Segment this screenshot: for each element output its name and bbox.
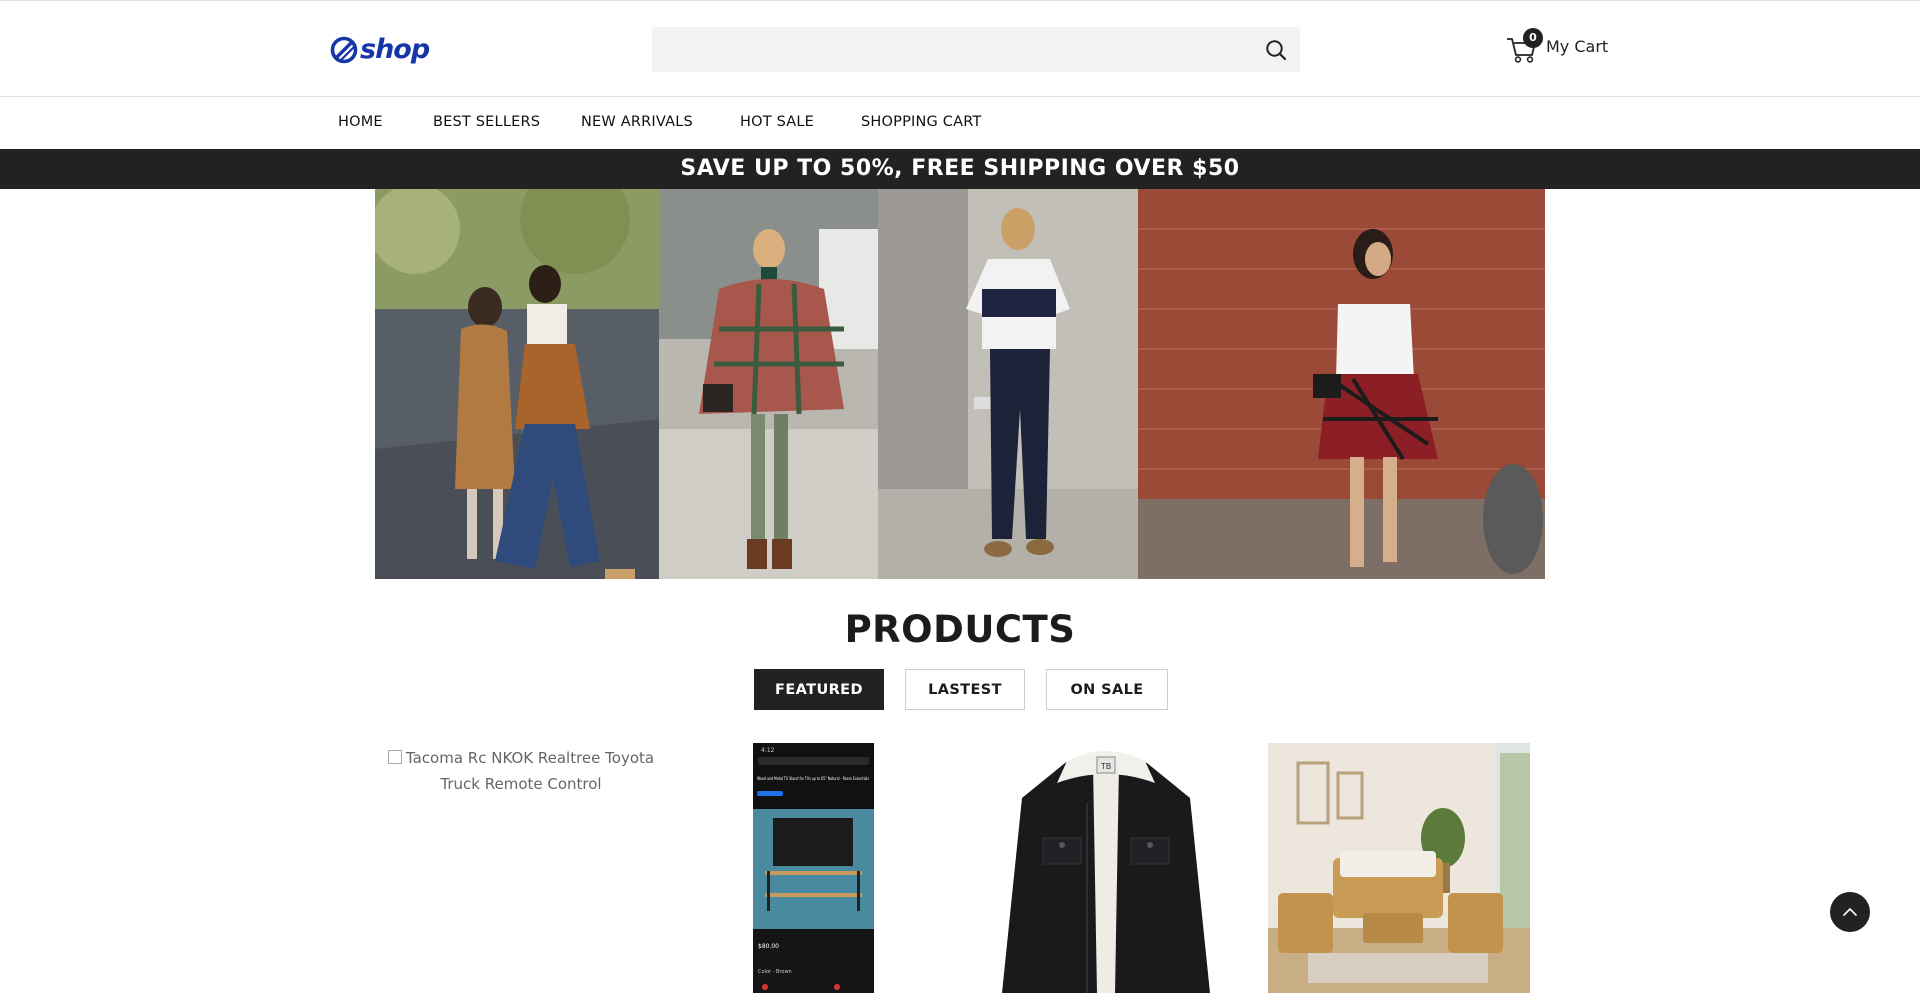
product-tabs: FEATURED LASTEST ON SALE	[754, 669, 1168, 710]
products-title: PRODUCTS	[844, 608, 1076, 651]
nav-item-shopping-cart[interactable]: SHOPPING CART	[861, 114, 982, 130]
search-input[interactable]	[652, 27, 1252, 72]
tab-lastest[interactable]: LASTEST	[905, 669, 1025, 710]
back-to-top-button[interactable]	[1830, 892, 1870, 932]
phone-headline: Wood and Metal TV Stand for TVs up to 65…	[757, 776, 869, 782]
main-nav: HOME BEST SELLERS NEW ARRIVALS HOT SALE …	[0, 97, 1920, 149]
nav-item-hot-sale[interactable]: HOT SALE	[740, 114, 814, 130]
product-image-tv-stand-screenshot: 4:12 Wood and Metal TV Stand for TVs up …	[753, 743, 874, 993]
hero-banner[interactable]	[375, 189, 1545, 579]
phone-price: $80.00	[758, 943, 779, 950]
product-image-sherpa-jacket: TB	[995, 743, 1217, 993]
product-image-wicker-furniture-set	[1268, 743, 1530, 993]
search-icon[interactable]	[1264, 38, 1288, 62]
product-card[interactable]: Tacoma Rc NKOK Realtree Toyota Truck Rem…	[386, 743, 656, 797]
hero-photo-plaid-poncho	[659, 189, 878, 579]
product-card[interactable]: 4:12 Wood and Metal TV Stand for TVs up …	[753, 743, 874, 993]
tab-on-sale[interactable]: ON SALE	[1046, 669, 1168, 710]
cart-link[interactable]: 0 My Cart	[1506, 28, 1609, 63]
shop-logo-icon	[330, 36, 358, 64]
promo-banner: SAVE UP TO 50%, FREE SHIPPING OVER $50	[0, 149, 1920, 189]
hero-photo-street-duo	[375, 189, 659, 579]
phone-status-time: 4:12	[761, 747, 775, 754]
product-card[interactable]	[1268, 743, 1530, 993]
cart-icon-wrapper: 0	[1506, 28, 1543, 63]
chevron-up-icon	[1843, 908, 1857, 916]
hero-photo-brick-wall	[1138, 189, 1545, 579]
phone-color-label: Color - Brown	[758, 969, 792, 975]
cart-label: My Cart	[1546, 36, 1609, 56]
cart-count-badge: 0	[1523, 28, 1543, 48]
tab-featured[interactable]: FEATURED	[754, 669, 884, 710]
nav-item-home[interactable]: HOME	[338, 114, 383, 130]
nav-item-best-sellers[interactable]: BEST SELLERS	[433, 114, 540, 130]
broken-image-icon	[387, 750, 402, 764]
hero-photo-striped-tee	[878, 189, 1138, 579]
search-bar	[652, 27, 1300, 72]
logo-text: shop	[360, 34, 430, 65]
product-image-alt-text: Tacoma Rc NKOK Realtree Toyota Truck Rem…	[405, 749, 655, 793]
jacket-tag-label: TB	[1100, 762, 1111, 771]
product-card[interactable]: TB	[995, 743, 1217, 993]
nav-item-new-arrivals[interactable]: NEW ARRIVALS	[581, 114, 693, 130]
site-header: shop 0 My Cart	[0, 0, 1920, 97]
product-image-broken: Tacoma Rc NKOK Realtree Toyota Truck Rem…	[386, 743, 656, 797]
shop-logo[interactable]: shop	[330, 34, 430, 65]
